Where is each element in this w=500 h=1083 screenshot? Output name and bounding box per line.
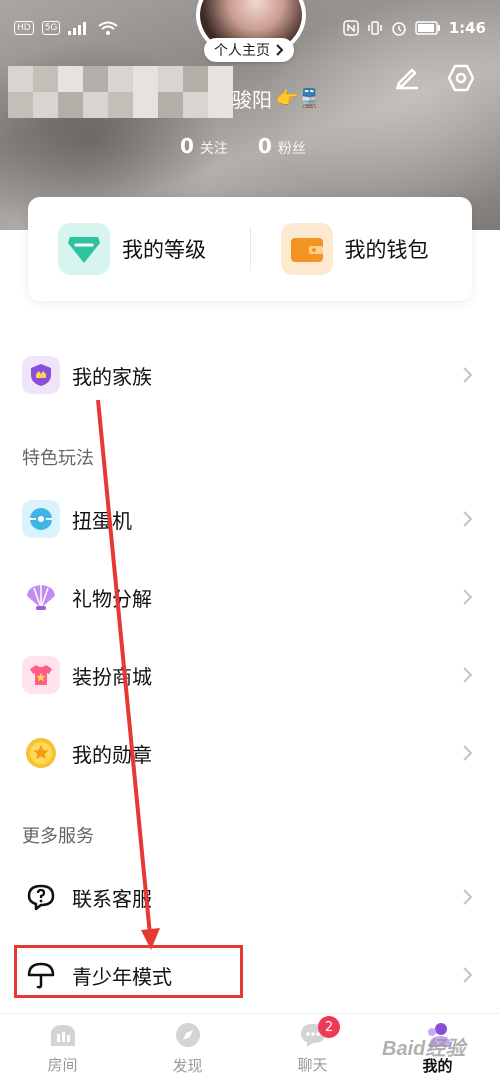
- tab-discover-label: 发现: [172, 1057, 203, 1075]
- chevron-right-icon: [463, 667, 473, 683]
- chevron-right-icon: [463, 367, 473, 383]
- compass-icon: [175, 1023, 200, 1047]
- gift-decompose-icon-bg: [22, 578, 60, 616]
- chat-unread-badge: 2: [318, 1016, 340, 1038]
- rooms-icon: [50, 1025, 75, 1046]
- fans-label: 粉丝: [277, 141, 306, 157]
- alarm-icon: [391, 22, 406, 36]
- network-indicator: 5G: [41, 21, 61, 35]
- gift-decompose-label: 礼物分解: [72, 586, 152, 611]
- settings-icon[interactable]: [445, 62, 477, 94]
- status-right: 1:46: [342, 19, 486, 37]
- tab-chat-label: 聊天: [297, 1056, 328, 1074]
- fans-count: 0: [257, 134, 272, 158]
- signal-icon: [68, 22, 87, 35]
- homepage-label: 个人主页: [214, 43, 270, 59]
- status-left: HD 5G: [14, 21, 119, 35]
- list-item-family[interactable]: 我的家族: [0, 345, 500, 405]
- username: 骏阳 👉🚆: [232, 84, 321, 113]
- family-label: 我的家族: [72, 364, 152, 389]
- help-chat-icon: [27, 884, 55, 911]
- diamond-icon: [68, 237, 100, 263]
- username-mosaic: [8, 66, 233, 118]
- list-item-dress-shop[interactable]: 装扮商城: [0, 645, 500, 705]
- badges-label: 我的勋章: [72, 742, 152, 767]
- my-level-button[interactable]: 我的等级: [28, 223, 250, 275]
- chevron-right-icon: [276, 44, 284, 56]
- edit-icon[interactable]: [390, 62, 422, 94]
- list-item-gift-decompose[interactable]: 礼物分解: [0, 567, 500, 627]
- nfc-icon: [342, 20, 359, 36]
- my-level-label: 我的等级: [122, 238, 206, 262]
- chevron-right-icon: [463, 511, 473, 527]
- gacha-label: 扭蛋机: [72, 508, 132, 533]
- homepage-button[interactable]: 个人主页: [204, 38, 294, 62]
- highlight-box: [14, 945, 243, 998]
- chevron-right-icon: [463, 889, 473, 905]
- family-icon-bg: [22, 356, 60, 394]
- chevron-right-icon: [463, 589, 473, 605]
- fans-stat[interactable]: 0 粉丝: [258, 134, 306, 158]
- section-title-more: 更多服务: [22, 826, 94, 847]
- shell-icon: [27, 585, 55, 610]
- chevron-right-icon: [463, 745, 473, 761]
- tab-rooms-label: 房间: [47, 1056, 78, 1074]
- clock: 1:46: [448, 19, 486, 37]
- dress-shop-label: 装扮商城: [72, 664, 152, 689]
- level-wallet-card: 我的等级 我的钱包: [28, 197, 472, 301]
- list-item-support[interactable]: 联系客服: [0, 867, 500, 927]
- support-icon-bg: [22, 878, 60, 916]
- my-wallet-button[interactable]: 我的钱包: [251, 223, 473, 275]
- badges-icon-bg: [22, 734, 60, 772]
- chevron-right-icon: [463, 967, 473, 983]
- wifi-icon: [98, 21, 119, 35]
- level-icon-bg: [58, 223, 110, 275]
- medal-icon: [26, 738, 56, 768]
- follow-stats: 0 关注 0 粉丝: [180, 134, 306, 158]
- tab-chat[interactable]: 聊天 2: [250, 1014, 375, 1083]
- section-title-features: 特色玩法: [22, 448, 94, 469]
- watermark: Baid经验: [382, 1038, 466, 1060]
- following-stat[interactable]: 0 关注: [180, 134, 228, 158]
- username-emoji: 👉🚆: [276, 88, 321, 109]
- username-text: 骏阳: [232, 88, 272, 112]
- tshirt-icon: [30, 665, 52, 685]
- following-count: 0: [180, 134, 194, 158]
- tab-discover[interactable]: 发现: [125, 1014, 250, 1083]
- hd-indicator: HD: [14, 21, 34, 35]
- tab-rooms[interactable]: 房间: [0, 1014, 125, 1083]
- support-label: 联系客服: [72, 886, 152, 911]
- following-label: 关注: [199, 141, 228, 157]
- my-wallet-label: 我的钱包: [344, 238, 429, 262]
- gacha-icon-bg: [22, 500, 60, 538]
- list-item-badges[interactable]: 我的勋章: [0, 723, 500, 783]
- capsule-icon: [30, 508, 52, 530]
- shield-icon: [31, 364, 51, 386]
- wallet-icon-bg: [280, 223, 333, 275]
- dress-shop-icon-bg: [22, 656, 60, 694]
- wallet-icon: [290, 238, 323, 262]
- list-item-gacha[interactable]: 扭蛋机: [0, 489, 500, 549]
- battery-icon: [414, 21, 440, 35]
- vibrate-icon: [367, 21, 382, 35]
